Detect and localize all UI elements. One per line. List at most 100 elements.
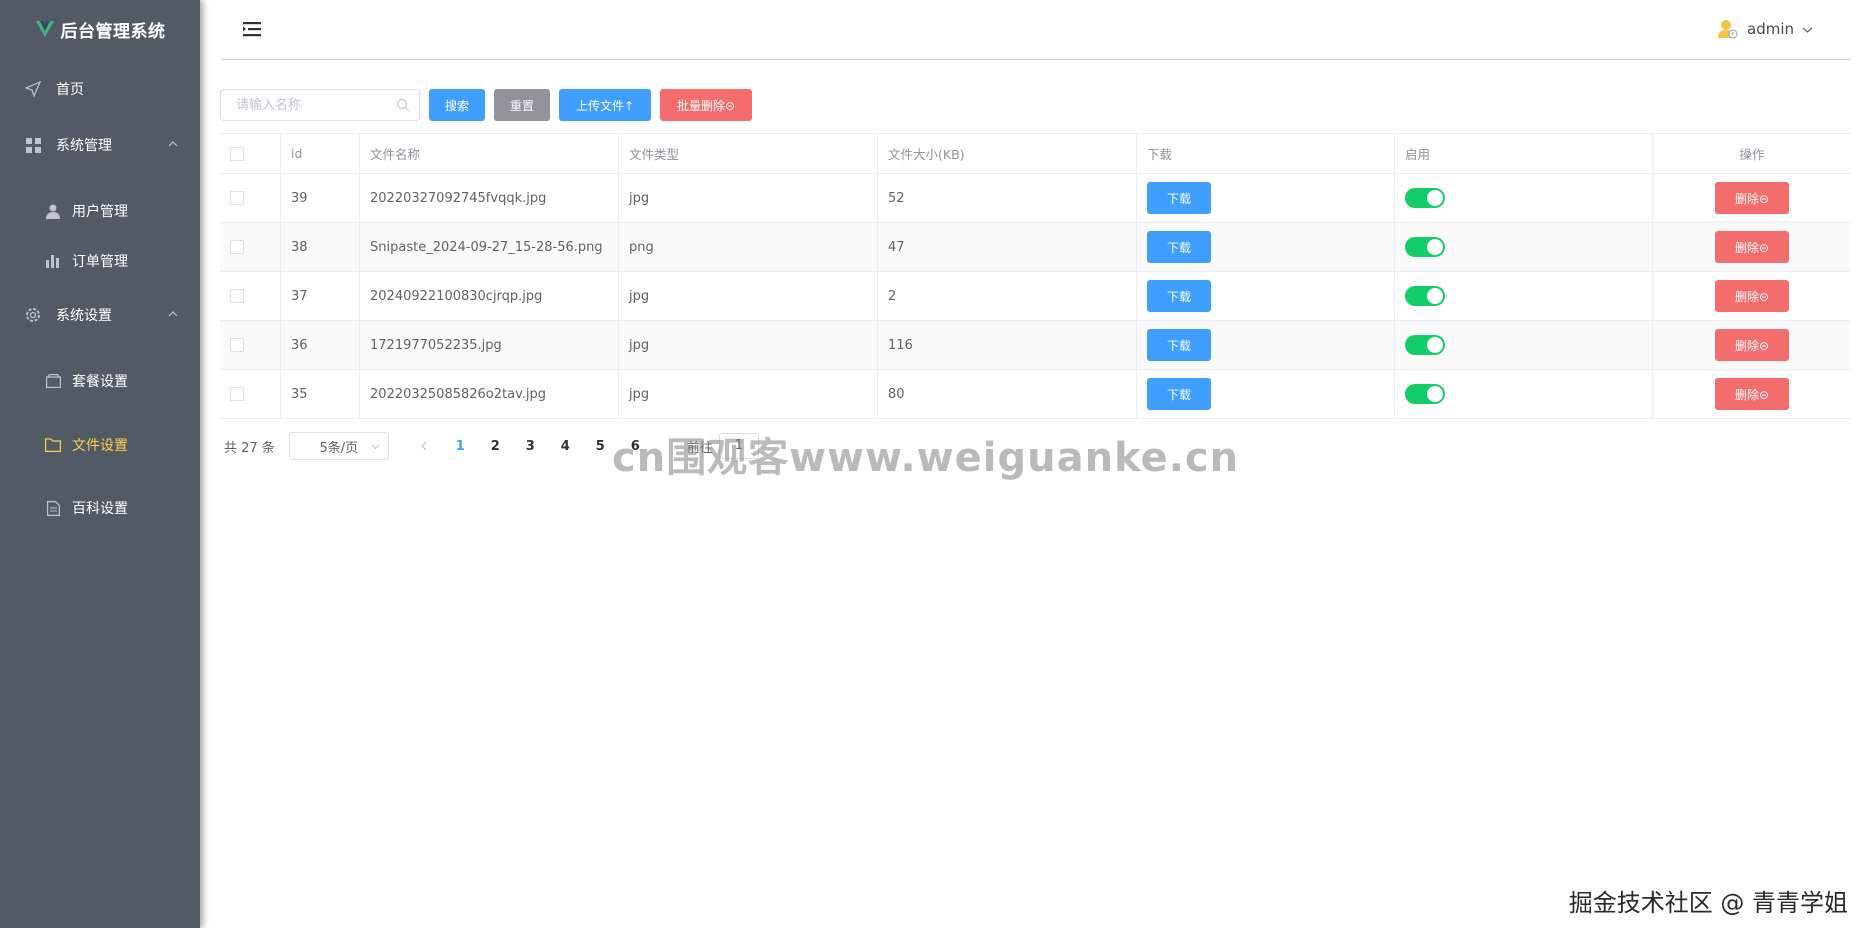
cell-actions: 删除⊝	[1653, 370, 1851, 418]
table-header-row: id 文件名称 文件类型 文件大小(KB) 下载 启用 操作	[220, 134, 1851, 174]
row-select-cell	[220, 272, 281, 320]
app-title: 后台管理系统	[60, 21, 166, 42]
toolbar: 搜索 重置 上传文件↑ 批量删除⊝	[220, 89, 752, 122]
cell-type: jpg	[619, 321, 878, 369]
column-header-id: id	[281, 134, 360, 173]
column-header-type: 文件类型	[619, 134, 878, 173]
cell-enabled	[1395, 272, 1653, 320]
select-all-checkbox[interactable]	[230, 146, 244, 161]
cell-id: 38	[281, 223, 360, 271]
cell-type: png	[619, 223, 878, 271]
avatar-icon	[1718, 20, 1738, 39]
column-header-enabled: 启用	[1395, 134, 1653, 173]
folder-icon	[44, 436, 62, 454]
page-number-3[interactable]: 3	[513, 432, 548, 460]
cell-download: 下载	[1137, 223, 1395, 271]
download-button[interactable]: 下载	[1147, 378, 1212, 410]
cell-actions: 删除⊝	[1653, 174, 1851, 222]
page-number-4[interactable]: 4	[548, 432, 583, 460]
delete-button[interactable]: 删除⊝	[1714, 329, 1790, 361]
cell-actions: 删除⊝	[1653, 321, 1851, 369]
chevron-up-icon	[168, 141, 178, 147]
send-icon	[24, 80, 42, 98]
grid-icon	[24, 136, 42, 154]
header-select-all	[220, 134, 281, 173]
sidebar-item-label: 订单管理	[72, 254, 128, 270]
upload-file-button[interactable]: 上传文件↑	[559, 89, 651, 121]
user-dropdown[interactable]: admin	[1717, 18, 1813, 40]
sidebar-item-user-management[interactable]: 用户管理	[0, 191, 200, 231]
sidebar-item-label: 百科设置	[72, 501, 128, 517]
chevron-left-icon	[420, 441, 427, 451]
enable-switch[interactable]	[1405, 384, 1445, 404]
page-size-select[interactable]: 5条/页	[288, 432, 389, 460]
file-table: id 文件名称 文件类型 文件大小(KB) 下载 启用 操作 39 202203…	[220, 133, 1851, 419]
pagination-total: 共 27 条	[224, 440, 275, 456]
reset-button[interactable]: 重置	[494, 89, 550, 121]
column-header-actions: 操作	[1739, 147, 1765, 162]
table-row: 35 20220325085826o2tav.jpg jpg 80 下载 删除⊝	[220, 370, 1851, 419]
download-button[interactable]: 下载	[1147, 182, 1212, 214]
credit-caption: 掘金技术社区 @ 青青学姐	[1568, 889, 1848, 917]
sidebar-item-system-settings[interactable]: 系统设置	[0, 295, 200, 335]
enable-switch[interactable]	[1405, 237, 1445, 257]
sidebar-item-package-settings[interactable]: 套餐设置	[0, 361, 200, 401]
chevron-down-icon	[1802, 27, 1813, 33]
page-number-1[interactable]: 1	[443, 432, 478, 460]
gear-icon	[24, 306, 42, 324]
sidebar-item-file-settings[interactable]: 文件设置	[0, 425, 200, 465]
cell-download: 下载	[1137, 174, 1395, 222]
page-size-value: 5条/页	[319, 440, 359, 456]
sidebar-item-home[interactable]: 首页	[0, 69, 200, 109]
row-select-cell	[220, 321, 281, 369]
cell-size: 47	[878, 223, 1137, 271]
batch-delete-button[interactable]: 批量删除⊝	[660, 89, 752, 121]
cell-actions: 删除⊝	[1653, 223, 1851, 271]
download-button[interactable]: 下载	[1147, 231, 1212, 263]
bar-chart-icon	[44, 252, 62, 270]
sidebar-item-label: 系统管理	[56, 138, 112, 154]
download-button[interactable]: 下载	[1147, 329, 1212, 361]
cell-size: 116	[878, 321, 1137, 369]
cell-type: jpg	[619, 370, 878, 418]
search-button[interactable]: 搜索	[429, 89, 485, 121]
prev-page-button[interactable]	[409, 432, 439, 460]
row-checkbox[interactable]	[230, 387, 244, 401]
delete-button[interactable]: 删除⊝	[1714, 378, 1790, 410]
document-icon	[44, 499, 62, 517]
table-row: 38 Snipaste_2024-09-27_15-28-56.png png …	[220, 223, 1851, 272]
search-icon	[396, 98, 410, 112]
enable-switch[interactable]	[1405, 188, 1445, 208]
download-button[interactable]: 下载	[1147, 280, 1212, 312]
sidebar-item-system-management[interactable]: 系统管理	[0, 125, 200, 165]
sidebar-item-order-management[interactable]: 订单管理	[0, 241, 200, 281]
sidebar-item-label: 首页	[56, 82, 84, 98]
sidebar-item-label: 用户管理	[72, 204, 128, 220]
page-number-2[interactable]: 2	[478, 432, 513, 460]
sidebar-item-label: 文件设置	[72, 438, 128, 454]
top-header: admin	[221, 0, 1851, 60]
sidebar-logo[interactable]: 后台管理系统	[0, 0, 200, 58]
column-header-size: 文件大小(KB)	[878, 134, 1137, 173]
row-checkbox[interactable]	[230, 338, 244, 352]
delete-button[interactable]: 删除⊝	[1714, 231, 1790, 263]
row-checkbox[interactable]	[230, 240, 244, 254]
cell-name: 20220327092745fvqqk.jpg	[360, 174, 619, 222]
chevron-up-icon	[168, 311, 178, 317]
delete-button[interactable]: 删除⊝	[1714, 280, 1790, 312]
menu-toggle-icon[interactable]	[243, 20, 261, 38]
enable-switch[interactable]	[1405, 335, 1445, 355]
row-select-cell	[220, 174, 281, 222]
search-input[interactable]	[221, 90, 391, 120]
chevron-down-icon	[371, 444, 380, 450]
enable-switch[interactable]	[1405, 286, 1445, 306]
cell-id: 39	[281, 174, 360, 222]
row-checkbox[interactable]	[230, 191, 244, 205]
sidebar-item-encyclopedia-settings[interactable]: 百科设置	[0, 488, 200, 528]
row-select-cell	[220, 223, 281, 271]
row-checkbox[interactable]	[230, 289, 244, 303]
row-select-cell	[220, 370, 281, 418]
cell-download: 下载	[1137, 272, 1395, 320]
delete-button[interactable]: 删除⊝	[1714, 182, 1790, 214]
cell-enabled	[1395, 174, 1653, 222]
